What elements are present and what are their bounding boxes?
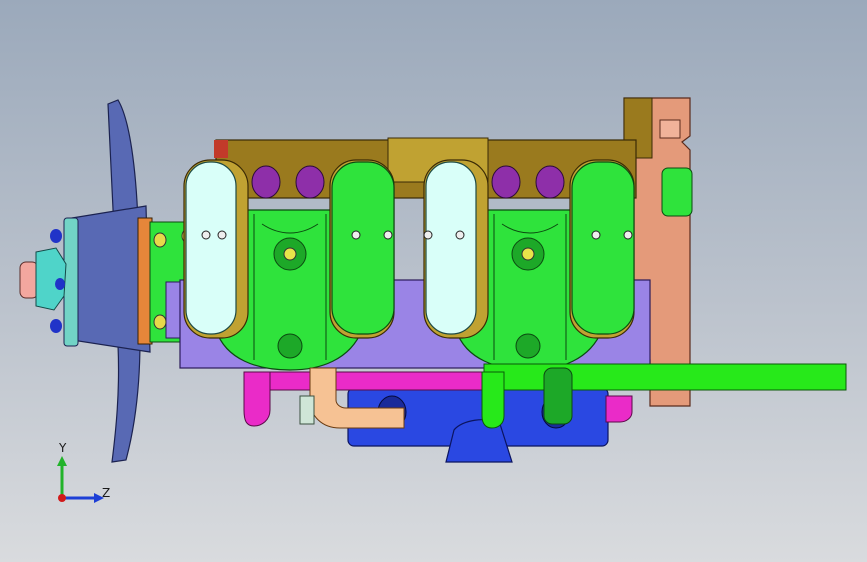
rear-bracket-green — [661, 167, 693, 217]
triad-y-label: Y — [59, 441, 67, 455]
screw — [455, 230, 465, 240]
nut-bolt-3 — [55, 278, 65, 290]
pipe-rear-bend — [605, 395, 633, 423]
port-3 — [491, 165, 521, 199]
cover-3-face — [425, 161, 477, 335]
pipe-magenta-drop — [243, 371, 271, 427]
pipe-green-drop — [481, 371, 505, 429]
triad-z-label: Z — [102, 486, 111, 500]
nut-bolt-1 — [50, 229, 62, 243]
screw — [201, 230, 211, 240]
cooling-fan[interactable] — [63, 99, 153, 463]
orientation-triad — [57, 456, 104, 503]
nut-bolt-2 — [50, 319, 62, 333]
front-bolt-2 — [153, 314, 167, 330]
screw — [383, 230, 393, 240]
port-1 — [251, 165, 281, 199]
port-4 — [535, 165, 565, 199]
port-2 — [295, 165, 325, 199]
triad-y-arrowhead — [57, 456, 67, 466]
coolant-pipes — [243, 363, 847, 429]
front-bolt-1 — [153, 232, 167, 248]
rear-lower-boss — [515, 333, 541, 359]
pipe-rear-riser — [543, 367, 573, 425]
screw — [423, 230, 433, 240]
pipe-green-long — [483, 363, 847, 391]
shaft-tip — [19, 261, 39, 299]
cover-1-face — [185, 161, 237, 335]
cover-4-face — [571, 161, 635, 335]
head-red-tab — [214, 140, 228, 158]
front-sparkplug-hole — [283, 247, 297, 261]
screw — [591, 230, 601, 240]
graphics-viewport[interactable]: Y Z — [0, 0, 867, 562]
screw — [623, 230, 633, 240]
crank-nose — [19, 229, 67, 333]
screw — [217, 230, 227, 240]
fan-hub-ring — [63, 217, 79, 347]
front-lower-boss — [277, 333, 303, 359]
pipe-pale — [299, 395, 315, 425]
screw — [351, 230, 361, 240]
rear-sparkplug-hole — [521, 247, 535, 261]
triad-x-axis-dot — [58, 494, 66, 502]
rear-bracket-tab — [659, 119, 681, 139]
cover-2-face — [331, 161, 395, 335]
engine-assembly-model[interactable] — [0, 0, 867, 562]
